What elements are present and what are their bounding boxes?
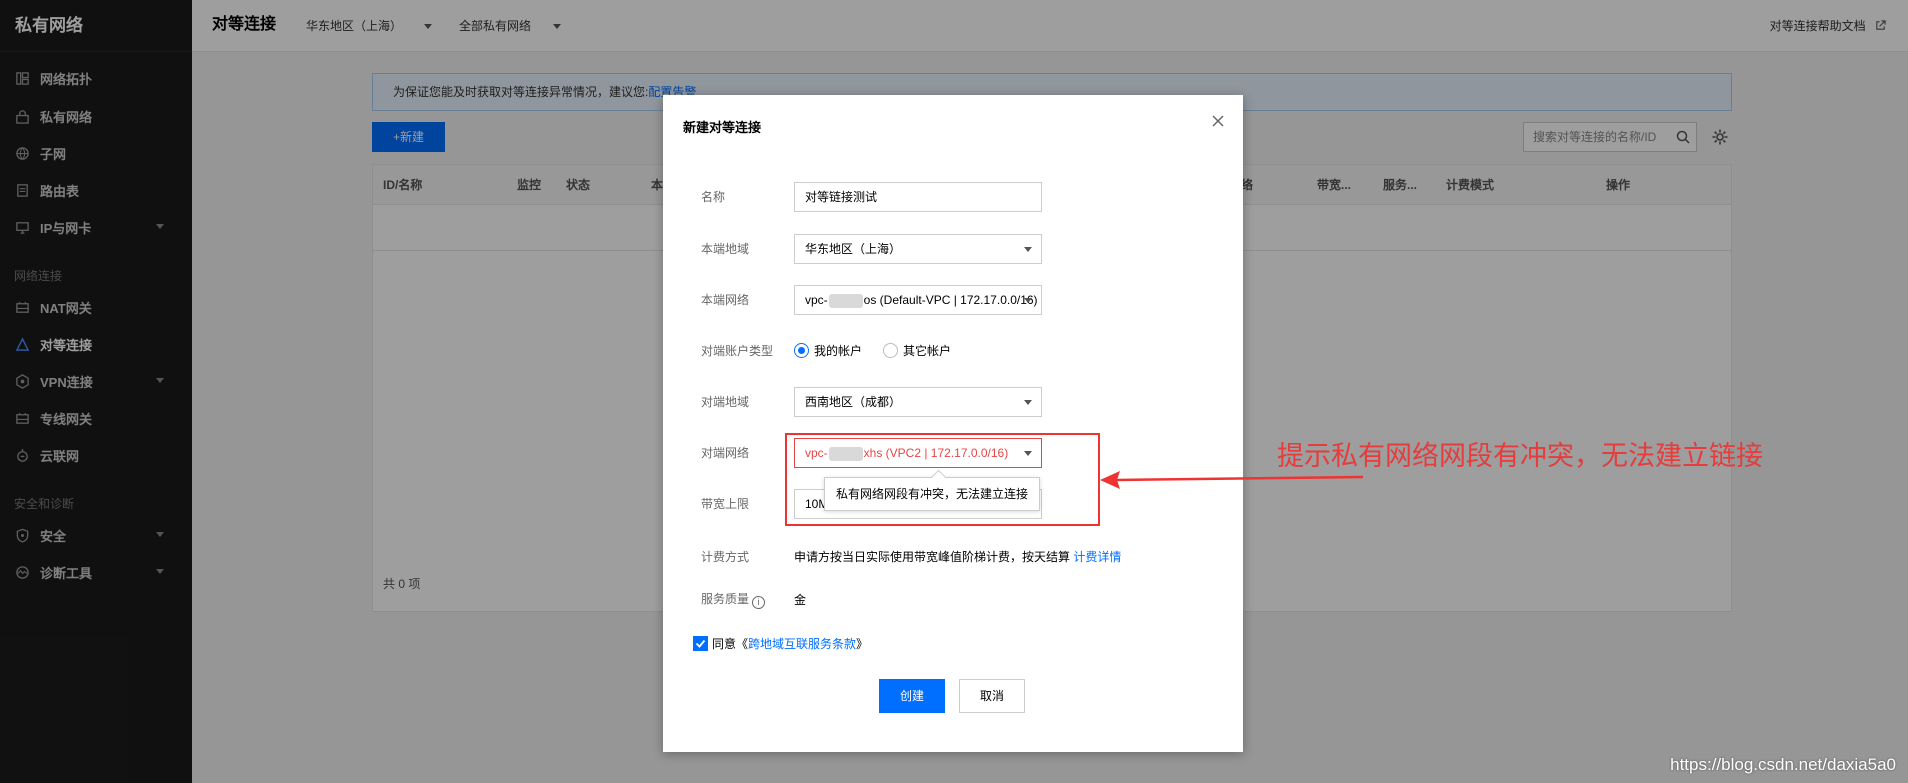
new-peering-dialog: 新建对等连接 名称 对等链接测试 本端地域 华东地区（上海） 本端网络 vpc-… (663, 95, 1243, 752)
peer-region-select[interactable]: 西南地区（成都） (794, 387, 1042, 417)
local-vpc-suffix: os (Default-VPC | 172.17.0.0/16) (863, 293, 1038, 307)
close-icon[interactable] (1211, 114, 1225, 128)
name-value: 对等链接测试 (805, 190, 878, 204)
chevron-down-icon (1024, 400, 1032, 405)
billing-label: 计费方式 (701, 550, 750, 564)
agreement: 同意《 跨地域互联服务条款》 (693, 635, 868, 652)
create-button[interactable]: 创建 (879, 679, 945, 713)
bandwidth-label: 带宽上限 (701, 497, 750, 511)
annotation-highlight-box (785, 433, 1100, 526)
name-input[interactable]: 对等链接测试 (794, 182, 1042, 212)
radio-unchecked (883, 343, 898, 358)
quality-value: 金 (794, 593, 807, 607)
local-region-select[interactable]: 华东地区（上海） (794, 234, 1042, 264)
peer-region-value: 西南地区（成都） (805, 395, 902, 409)
annotation-text: 提示私有网络网段有冲突，无法建立链接 (1277, 441, 1763, 472)
peer-region-label: 对端地域 (701, 395, 750, 409)
billing-detail-link[interactable]: 计费详情 (1073, 550, 1121, 564)
local-vpc-label: 本端网络 (701, 293, 750, 307)
quality-label-text: 服务质量 (701, 592, 750, 606)
local-vpc-prefix: vpc- (805, 293, 828, 307)
agree-end: 》 (856, 637, 869, 651)
radio-my-account[interactable]: 我的帐户 (794, 342, 862, 359)
chevron-down-icon (1024, 298, 1032, 303)
name-label: 名称 (701, 190, 726, 204)
billing-text: 申请方按当日实际使用带宽峰值阶梯计费，按天结算 (794, 550, 1071, 564)
billing-description: 申请方按当日实际使用带宽峰值阶梯计费，按天结算 计费详情 (794, 548, 1121, 565)
radio-label: 我的帐户 (814, 344, 863, 358)
agree-text: 同意《 (712, 637, 749, 651)
chevron-down-icon (1024, 247, 1032, 252)
local-region-label: 本端地域 (701, 242, 750, 256)
terms-link[interactable]: 跨地域互联服务条款 (748, 635, 856, 652)
redacted-id (828, 293, 863, 308)
peer-account-label: 对端账户类型 (701, 344, 774, 358)
cancel-button[interactable]: 取消 (959, 679, 1025, 713)
info-icon[interactable]: i (752, 596, 766, 609)
radio-checked (794, 343, 809, 358)
watermark: https://blog.csdn.net/daxia5a0 (1670, 755, 1896, 774)
local-vpc-select[interactable]: vpc-os (Default-VPC | 172.17.0.0/16) (794, 285, 1042, 315)
radio-other-account[interactable]: 其它帐户 (883, 342, 951, 359)
quality-label: 服务质量 i (701, 590, 766, 609)
agree-checkbox[interactable] (693, 636, 708, 651)
check-icon (695, 639, 706, 648)
dialog-title: 新建对等连接 (683, 120, 762, 135)
peer-vpc-label: 对端网络 (701, 446, 750, 460)
radio-label: 其它帐户 (903, 344, 952, 358)
local-region-value: 华东地区（上海） (805, 242, 902, 256)
